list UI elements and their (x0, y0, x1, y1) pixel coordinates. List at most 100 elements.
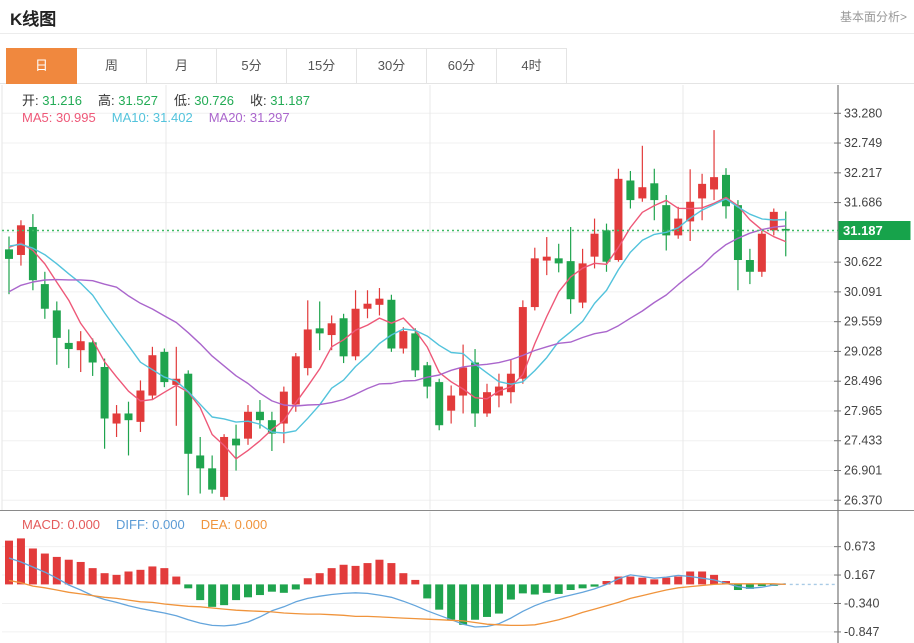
macd-bar (196, 584, 204, 600)
axis-label: 27.433 (844, 434, 882, 448)
candle-body (399, 331, 407, 348)
tab-日[interactable]: 日 (6, 48, 77, 84)
macd-bar (125, 571, 133, 584)
candle-body (411, 333, 419, 370)
candle-body (758, 234, 766, 272)
candles-layer (5, 130, 790, 500)
tab-15分[interactable]: 15分 (287, 48, 357, 84)
axis-label: 32.749 (844, 136, 882, 150)
candle-body (579, 263, 587, 302)
candle-body (328, 323, 336, 335)
candle-body (471, 363, 479, 414)
macd-bar (483, 584, 491, 617)
axis-label: 29.559 (844, 315, 882, 329)
macd-bar (387, 563, 395, 584)
candle-body (531, 258, 539, 307)
macd-bar (268, 584, 276, 591)
ma-row-item: MA20: 31.297 (209, 110, 290, 125)
macd-bar (292, 584, 300, 589)
candle-body (304, 329, 312, 368)
candle-body (292, 356, 300, 404)
kline-page: K线图 基本面分析> 日周月5分15分30分60分4时 开: 31.216高: … (0, 0, 914, 643)
macd-bar (686, 571, 694, 584)
candle-body (603, 230, 611, 261)
axis-label: 29.028 (844, 344, 882, 358)
diff-line (9, 558, 786, 627)
macd-bar (471, 584, 479, 619)
macd-bar (160, 568, 168, 584)
candle-body (101, 367, 109, 419)
ma-row-item: MA10: 31.402 (112, 110, 193, 125)
axis-label: 33.280 (844, 106, 882, 120)
ohlc-readout: 开: 31.216高: 31.527低: 30.726收: 31.187 (22, 90, 326, 109)
macd-bar (758, 584, 766, 586)
macd-row-item: MACD: 0.000 (22, 517, 100, 532)
tab-30分[interactable]: 30分 (357, 48, 427, 84)
macd-bar (41, 554, 49, 585)
candle-body (184, 374, 192, 454)
ma-readout: MA5: 30.995 MA10: 31.402 MA20: 31.297 (22, 110, 306, 125)
axis-label: 31.686 (844, 196, 882, 210)
candle-body (746, 260, 754, 272)
axis-label: 28.496 (844, 374, 882, 388)
macd-bar (89, 568, 97, 584)
ma20-line (9, 226, 786, 406)
candle-body (734, 205, 742, 260)
candle-body (77, 341, 85, 350)
macd-bar (555, 584, 563, 594)
candle-body (447, 396, 455, 411)
candle-body (41, 284, 49, 309)
macd-bar (519, 584, 527, 593)
macd-row-item: DIFF: 0.000 (116, 517, 185, 532)
macd-hist-layer (5, 538, 778, 624)
tab-60分[interactable]: 60分 (427, 48, 497, 84)
ma-row-item: MA5: 30.995 (22, 110, 96, 125)
macd-bar (674, 577, 682, 585)
tab-周[interactable]: 周 (77, 48, 147, 84)
candle-body (113, 413, 121, 423)
candle-body (148, 355, 156, 395)
macd-bar (5, 541, 13, 585)
tab-月[interactable]: 月 (147, 48, 217, 84)
macd-bar (172, 577, 180, 585)
candle-body (698, 184, 706, 199)
macd-bar (591, 584, 599, 586)
period-tabbar: 日周月5分15分30分60分4时 (6, 48, 567, 84)
candle-body (483, 392, 491, 413)
macd-bar (507, 584, 515, 599)
macd-bar (328, 568, 336, 584)
candle-body (256, 412, 264, 420)
macd-row-item: DEA: 0.000 (201, 517, 268, 532)
candle-body (423, 365, 431, 386)
macd-bar (364, 563, 372, 584)
macd-bar (101, 573, 109, 584)
dea-line (9, 581, 786, 626)
candle-body (5, 249, 13, 259)
macd-bar (316, 573, 324, 584)
macd-bar (411, 580, 419, 584)
ohlc-row-item: 开: 31.216 (22, 93, 82, 108)
candle-body (53, 310, 61, 337)
tab-4时[interactable]: 4时 (497, 48, 567, 84)
candle-body (244, 412, 252, 439)
macd-bar (256, 584, 264, 595)
candle-body (136, 391, 144, 422)
macd-bar (65, 560, 73, 585)
macd-axis-label: 0.167 (844, 568, 875, 582)
axis-label: 30.622 (844, 255, 882, 269)
candle-body (626, 181, 634, 201)
macd-bar (352, 566, 360, 585)
macd-bar (304, 578, 312, 584)
axis-label: 27.965 (844, 404, 882, 418)
candle-body (650, 183, 658, 200)
macd-bar (531, 584, 539, 594)
axis-label: 32.217 (844, 166, 882, 180)
macd-bar (662, 578, 670, 585)
macd-axis-label: -0.340 (844, 596, 879, 610)
macd-bar (136, 570, 144, 585)
candle-body (591, 234, 599, 257)
tab-5分[interactable]: 5分 (217, 48, 287, 84)
candle-body (364, 304, 372, 309)
macd-bar (77, 562, 85, 584)
macd-bar (543, 584, 551, 592)
